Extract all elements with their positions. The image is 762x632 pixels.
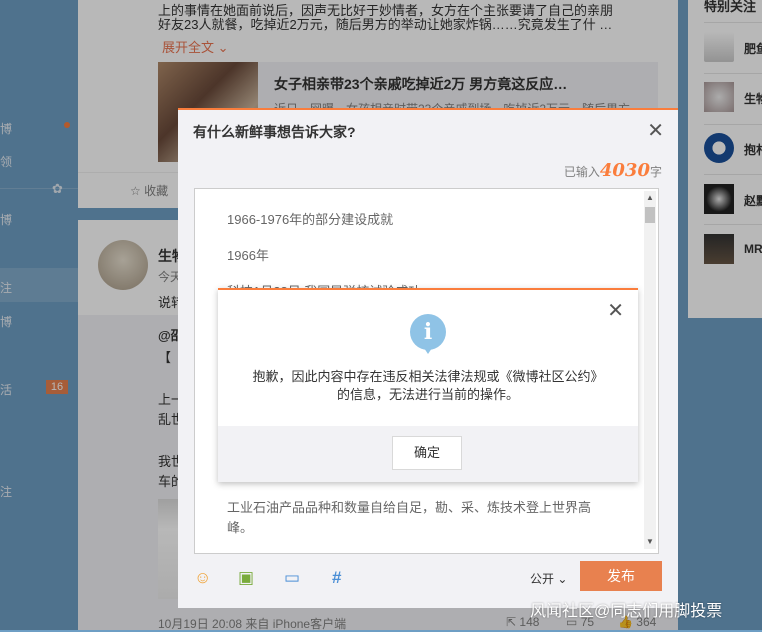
publish-button[interactable]: 发布: [580, 561, 662, 591]
close-icon[interactable]: ✕: [647, 118, 664, 143]
emoji-icon[interactable]: ☺: [194, 568, 211, 588]
confirm-button[interactable]: 确定: [392, 436, 462, 470]
composer-para-2: 1966年: [227, 248, 269, 263]
topic-icon[interactable]: #: [332, 568, 341, 588]
scrollbar[interactable]: ▲ ▼: [644, 191, 656, 549]
composer-para-5: 峰。: [227, 520, 254, 535]
alert-footer: 确定: [218, 426, 638, 482]
visibility-select[interactable]: 公开 ⌄: [530, 570, 567, 587]
alert-message: 抱歉，因此内容中存在违反相关法律法规或《微博社区公约》的信息，无法进行当前的操作…: [252, 369, 604, 402]
composer-para-4: 工业石油产品品种和数量自给自足，勘、采、炼技术登上世界高: [227, 500, 592, 515]
scroll-down-icon[interactable]: ▼: [646, 537, 654, 546]
scroll-thumb[interactable]: [645, 207, 655, 223]
scroll-up-icon[interactable]: ▲: [646, 193, 654, 202]
close-icon[interactable]: ✕: [607, 298, 624, 323]
composer-title: 有什么新鲜事想告诉大家?: [193, 124, 356, 140]
info-icon-tail: [424, 348, 432, 354]
video-icon[interactable]: ▭: [284, 568, 300, 588]
char-count: 已输入4030字: [563, 160, 662, 181]
alert-dialog: ✕ i 抱歉，因此内容中存在违反相关法律法规或《微博社区公约》的信息，无法进行当…: [218, 288, 638, 482]
image-icon[interactable]: ▣: [238, 568, 254, 588]
chevron-down-icon: ⌄: [557, 572, 568, 586]
watermark-text: 风闻社区@同志们用脚投票: [530, 603, 723, 620]
info-icon: i: [410, 314, 446, 350]
composer-para-1: 1966-1976年的部分建设成就: [227, 212, 394, 227]
